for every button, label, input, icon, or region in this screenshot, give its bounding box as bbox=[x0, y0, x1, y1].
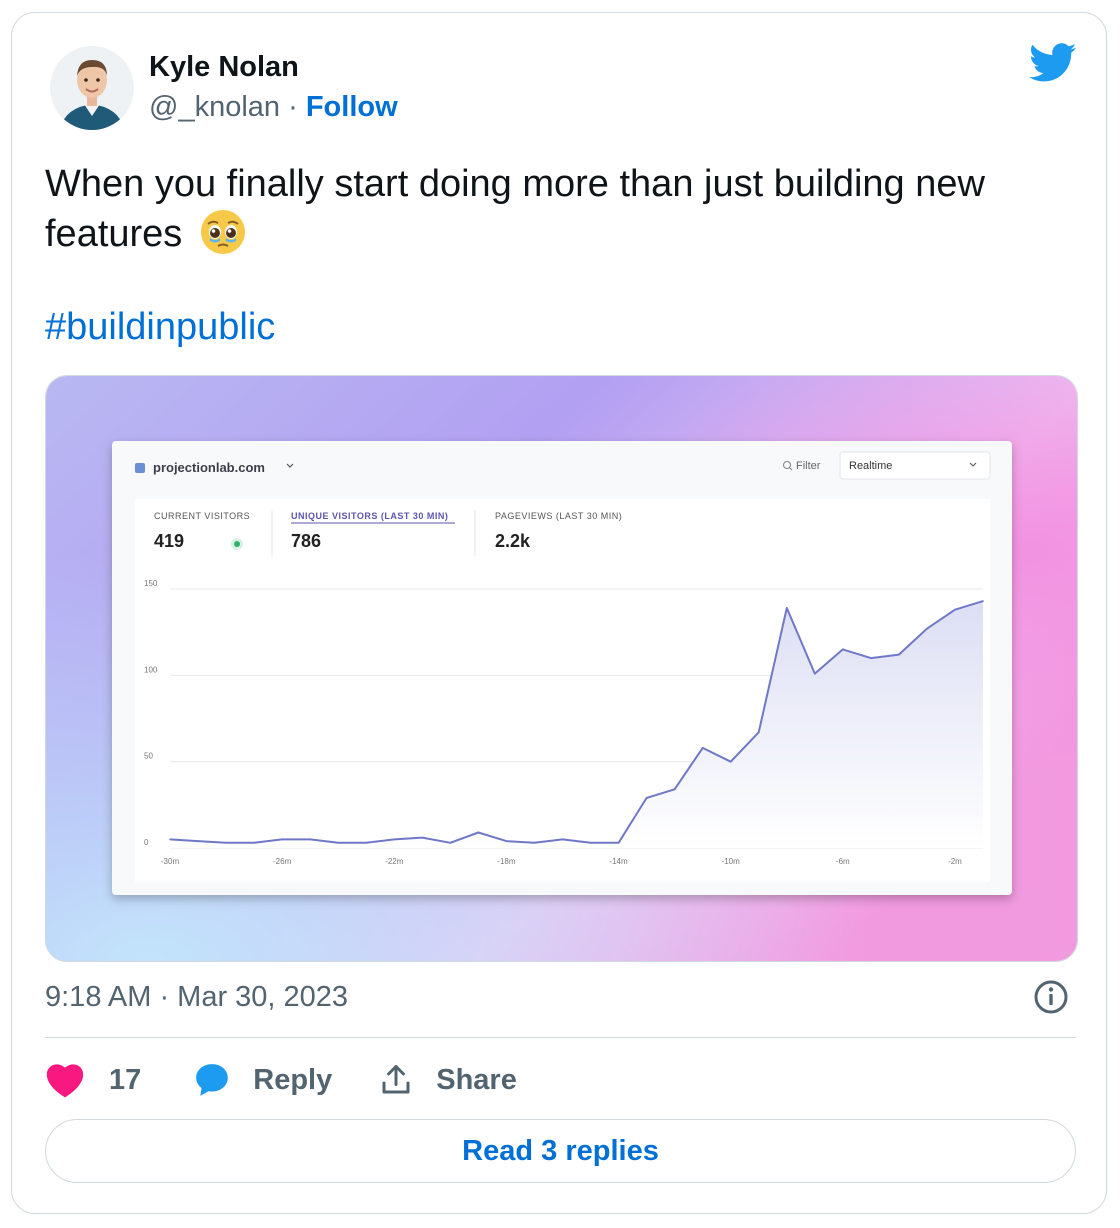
data-point bbox=[870, 657, 872, 659]
data-point bbox=[589, 842, 592, 844]
x-tick-label: -18m bbox=[497, 857, 516, 866]
tweet-card: Kyle Nolan @_knolan · Follow When you fi… bbox=[11, 12, 1107, 1214]
period-select-value: Realtime bbox=[849, 460, 892, 472]
y-tick-label: 100 bbox=[144, 665, 158, 674]
like-count: 17 bbox=[109, 1063, 142, 1096]
data-point bbox=[281, 838, 283, 841]
data-point bbox=[533, 842, 536, 844]
tweet-text: When you finally start doing more than j… bbox=[45, 163, 985, 255]
divider-line bbox=[45, 1037, 1076, 1038]
data-point bbox=[701, 747, 704, 749]
tweet-text-block: When you finally start doing more than j… bbox=[45, 160, 1055, 258]
data-point bbox=[309, 838, 311, 841]
data-point bbox=[757, 731, 760, 734]
tweet-media-image[interactable]: projectionlab.com Filter Realtime CURREN… bbox=[45, 375, 1078, 962]
data-point bbox=[393, 838, 396, 841]
data-point bbox=[785, 607, 788, 609]
data-point bbox=[449, 842, 452, 844]
filter-label[interactable]: Filter bbox=[796, 460, 821, 472]
share-label: Share bbox=[436, 1063, 517, 1096]
like-button[interactable]: 17 bbox=[45, 1062, 141, 1098]
site-favicon bbox=[135, 463, 145, 473]
x-tick-label: -22m bbox=[385, 857, 404, 866]
data-point bbox=[421, 836, 424, 839]
data-point bbox=[337, 842, 340, 844]
author-avatar[interactable] bbox=[50, 46, 134, 130]
x-tick-label: -30m bbox=[161, 857, 180, 866]
data-point bbox=[842, 648, 844, 651]
data-point bbox=[926, 627, 928, 630]
y-tick-label: 50 bbox=[144, 752, 153, 761]
pleading-face-icon bbox=[199, 208, 247, 256]
author-name[interactable]: Kyle Nolan bbox=[149, 51, 299, 84]
data-point bbox=[617, 842, 620, 844]
stat-label-unique[interactable]: UNIQUE VISITORS (LAST 30 MIN) bbox=[291, 511, 448, 521]
x-tick-label: -6m bbox=[836, 857, 850, 866]
stat-value-current: 419 bbox=[154, 531, 184, 551]
stat-label-current: CURRENT VISITORS bbox=[154, 511, 250, 521]
live-indicator-dot bbox=[234, 541, 240, 547]
tweet-timestamp[interactable]: 9:18 AM · Mar 30, 2023 bbox=[45, 981, 348, 1014]
author-handle[interactable]: @_knolan bbox=[149, 91, 280, 123]
data-point bbox=[982, 600, 984, 602]
x-tick-label: -2m bbox=[948, 857, 962, 866]
reply-label: Reply bbox=[253, 1063, 333, 1096]
data-point bbox=[253, 842, 255, 844]
share-upload-icon bbox=[378, 1062, 414, 1098]
y-tick-label: 0 bbox=[144, 838, 149, 847]
data-point bbox=[954, 608, 956, 611]
separator-dot: · bbox=[288, 91, 298, 123]
data-point bbox=[898, 653, 900, 656]
data-point bbox=[673, 788, 676, 791]
stat-value-pageviews: 2.2k bbox=[495, 531, 531, 551]
author-handle-row: @_knolan · Follow bbox=[149, 91, 398, 124]
data-point bbox=[197, 840, 199, 842]
data-point bbox=[477, 831, 480, 834]
x-tick-label: -14m bbox=[609, 857, 628, 866]
read-replies-button[interactable]: Read 3 replies bbox=[45, 1119, 1076, 1183]
data-point bbox=[225, 842, 227, 844]
info-circle-icon[interactable] bbox=[1033, 979, 1069, 1015]
share-button[interactable]: Share bbox=[378, 1062, 517, 1098]
x-tick-label: -26m bbox=[273, 857, 292, 866]
data-point bbox=[169, 838, 171, 841]
data-point bbox=[645, 797, 648, 799]
follow-link[interactable]: Follow bbox=[306, 91, 398, 123]
twitter-bird-icon[interactable] bbox=[1029, 43, 1077, 83]
hashtag-link[interactable]: #buildinpublic bbox=[45, 306, 275, 349]
y-tick-label: 150 bbox=[144, 579, 158, 588]
data-point bbox=[365, 842, 368, 844]
stat-label-pageviews: PAGEVIEWS (LAST 30 MIN) bbox=[495, 511, 622, 521]
data-point bbox=[505, 840, 508, 842]
data-point bbox=[561, 838, 564, 841]
heart-icon bbox=[45, 1062, 85, 1098]
data-point bbox=[729, 760, 732, 763]
site-name[interactable]: projectionlab.com bbox=[153, 460, 265, 475]
reply-button[interactable]: Reply bbox=[193, 1061, 332, 1099]
stat-value-unique: 786 bbox=[291, 531, 321, 551]
x-tick-label: -10m bbox=[722, 857, 741, 866]
data-point bbox=[813, 672, 816, 675]
action-bar: 17 Reply Share bbox=[45, 1058, 517, 1102]
speech-bubble-icon bbox=[193, 1061, 231, 1099]
